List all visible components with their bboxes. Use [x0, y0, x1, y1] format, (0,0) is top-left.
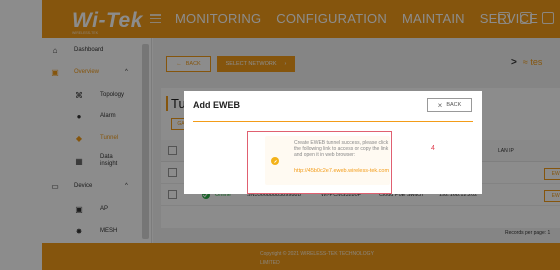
close-icon: ×	[437, 100, 443, 110]
annotation-highlight-box: Create EWEB tunnel success, please click…	[247, 131, 392, 194]
annotation-number: 4	[431, 145, 435, 152]
dialog-back-button[interactable]: × BACK	[427, 98, 472, 112]
divider	[193, 121, 473, 122]
success-message: Create EWEB tunnel success, please click…	[265, 136, 390, 185]
dialog-back-label: BACK	[446, 102, 462, 108]
link-icon	[271, 157, 279, 165]
eweb-link[interactable]: http://45b0c2e7.eweb.wireless-tek.com	[294, 168, 390, 175]
add-eweb-dialog: Add EWEB × BACK Create EWEB tunnel succe…	[184, 91, 482, 194]
page-root: { "header": { "logo": "Wi-Tek", "logo_ta…	[0, 0, 560, 270]
dialog-title: Add EWEB	[193, 100, 240, 110]
success-message-text: Create EWEB tunnel success, please click…	[294, 140, 389, 158]
